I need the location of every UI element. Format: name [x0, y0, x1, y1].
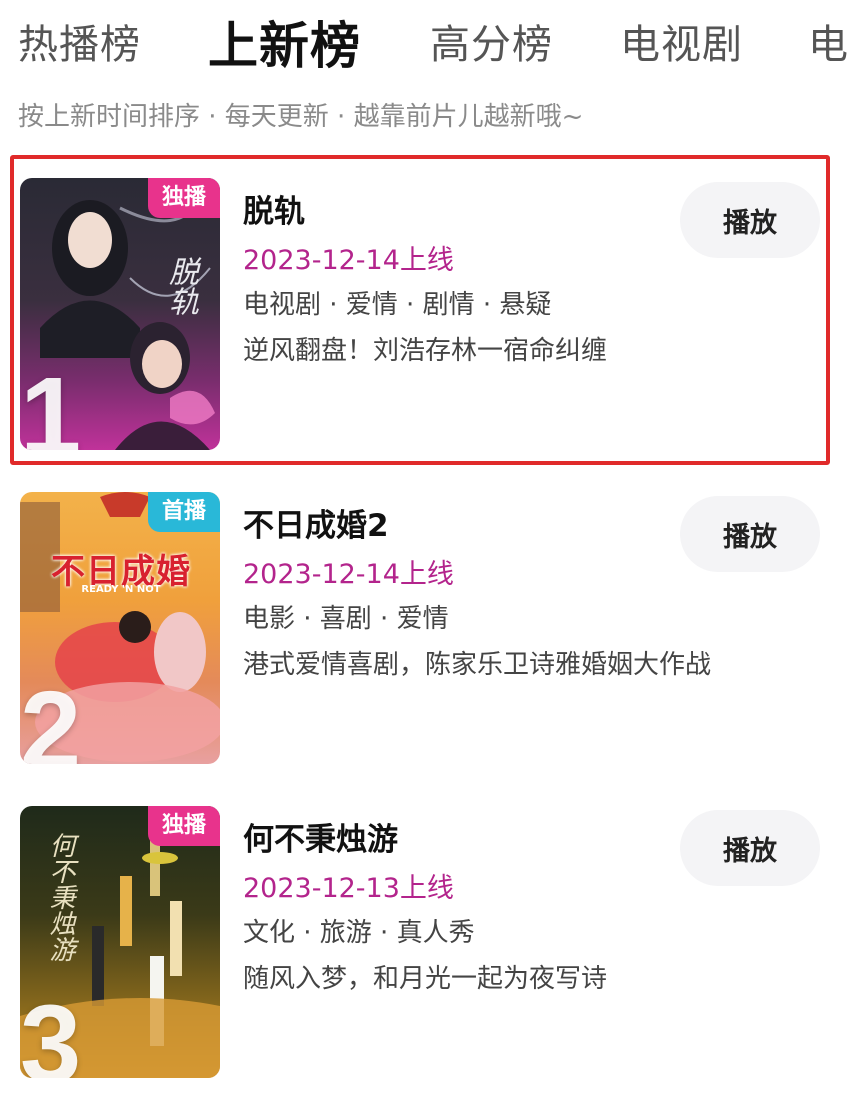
poster-image[interactable]: 不日成婚 READY 'N NOT 首播 2 — [20, 492, 220, 764]
item-description: 随风入梦，和月光一起为夜写诗 — [243, 964, 608, 994]
poster-image[interactable]: 脱轨 独播 1 — [20, 178, 220, 450]
genre-tags: 电视剧 · 爱情 · 剧情 · 悬疑 — [243, 290, 552, 320]
release-date: 2023-12-14上线 — [243, 559, 454, 590]
tab-new[interactable]: 上新榜 — [208, 6, 361, 78]
item-title[interactable]: 不日成婚2 — [243, 500, 389, 545]
release-date: 2023-12-14上线 — [243, 245, 454, 276]
rank-number: 3 — [20, 983, 82, 1079]
list-item[interactable]: 脱轨 独播 1 脱轨 2023-12-14上线 电视剧 · 爱情 · 剧情 · … — [0, 178, 850, 468]
release-date: 2023-12-13上线 — [243, 873, 454, 904]
list-item[interactable]: 不日成婚 READY 'N NOT 首播 2 不日成婚2 2023-12-14上… — [0, 492, 850, 782]
rank-number: 2 — [20, 669, 82, 765]
exclusive-badge: 独播 — [148, 178, 220, 218]
tab-more[interactable]: 电 — [808, 12, 849, 70]
ranking-tabs: 热播榜 上新榜 高分榜 电视剧 电 — [0, 0, 850, 80]
item-title[interactable]: 脱轨 — [243, 186, 305, 231]
premiere-badge: 首播 — [148, 492, 220, 532]
play-button[interactable]: 播放 — [680, 182, 820, 258]
list-item[interactable]: 何不秉烛游 独播 3 何不秉烛游 2023-12-13上线 文化 · 旅游 · … — [0, 806, 850, 1096]
poster-title-text: 脱轨 — [163, 256, 198, 316]
item-description: 港式爱情喜剧，陈家乐卫诗雅婚姻大作战 — [243, 650, 712, 680]
exclusive-badge: 独播 — [148, 806, 220, 846]
item-title[interactable]: 何不秉烛游 — [243, 814, 398, 859]
play-button[interactable]: 播放 — [680, 496, 820, 572]
tab-tv-series[interactable]: 电视剧 — [620, 12, 743, 70]
item-description: 逆风翻盘！刘浩存林一宿命纠缠 — [243, 336, 608, 366]
poster-title-text: 何不秉烛游 — [45, 832, 75, 962]
rank-number: 1 — [20, 355, 82, 451]
poster-subtitle-text: READY 'N NOT — [81, 584, 161, 595]
genre-tags: 电影 · 喜剧 · 爱情 — [243, 604, 449, 634]
tab-top-rated[interactable]: 高分榜 — [430, 12, 553, 70]
play-button[interactable]: 播放 — [680, 810, 820, 886]
ranking-subtitle: 按上新时间排序 · 每天更新 · 越靠前片儿越新哦~ — [18, 102, 584, 132]
tab-hot[interactable]: 热播榜 — [18, 12, 141, 70]
genre-tags: 文化 · 旅游 · 真人秀 — [243, 918, 475, 948]
poster-image[interactable]: 何不秉烛游 独播 3 — [20, 806, 220, 1078]
